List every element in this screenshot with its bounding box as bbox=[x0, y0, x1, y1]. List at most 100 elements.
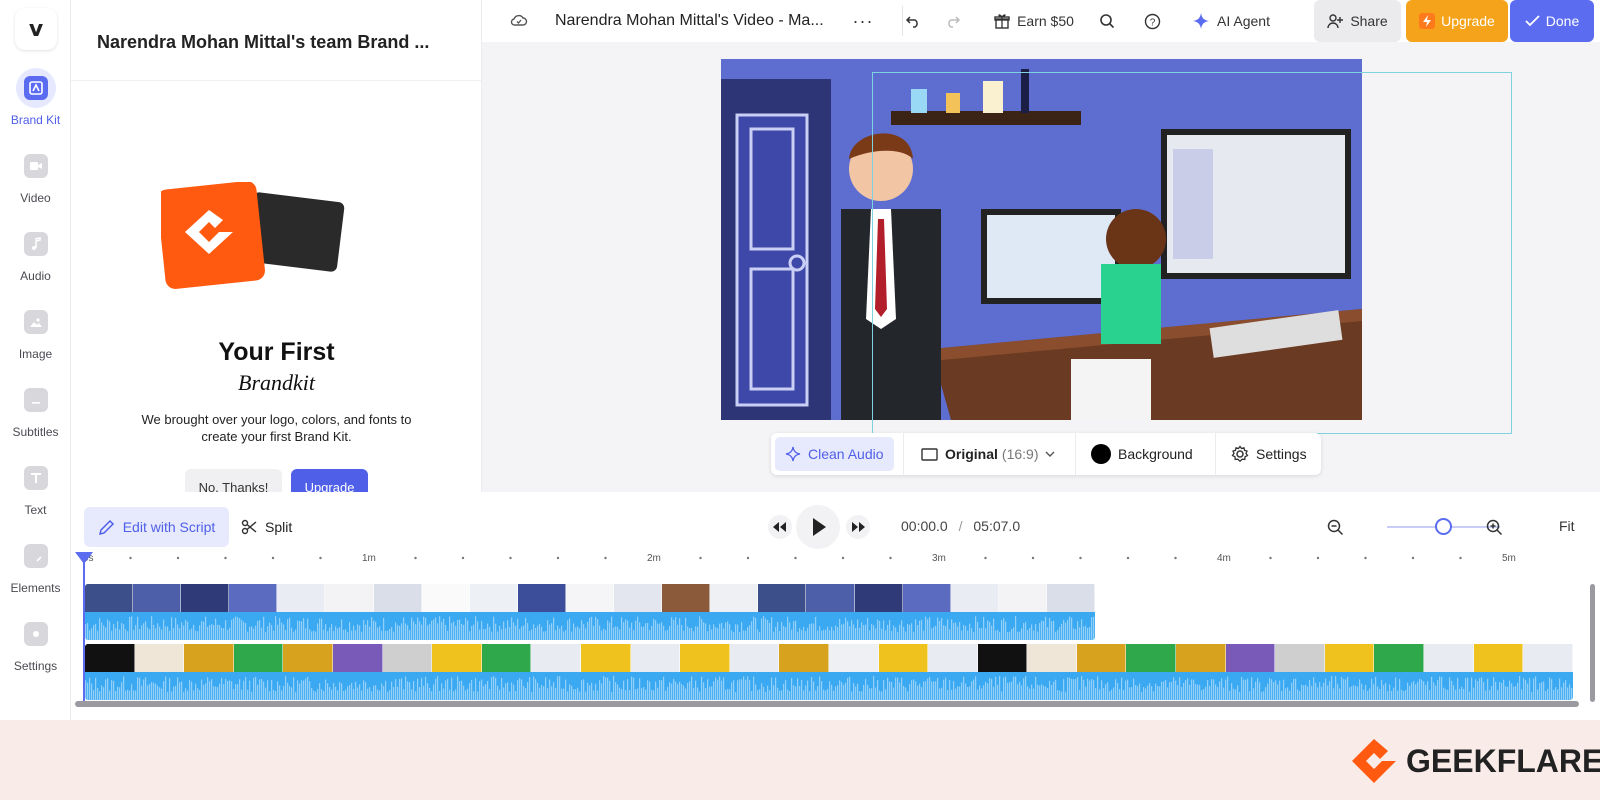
video-thumbnail bbox=[283, 644, 333, 672]
clean-audio-button[interactable]: Clean Audio bbox=[775, 437, 894, 471]
app-logo-letter: v bbox=[28, 16, 44, 42]
upgrade-label: Upgrade bbox=[1441, 13, 1495, 29]
zoom-out-icon bbox=[1327, 519, 1343, 535]
search-button[interactable] bbox=[1092, 6, 1122, 36]
ruler-tick bbox=[129, 556, 132, 560]
scissors-icon bbox=[241, 519, 257, 535]
video-thumbnail bbox=[517, 584, 566, 612]
undo-button[interactable] bbox=[898, 6, 928, 36]
canvas-settings-label: Settings bbox=[1256, 446, 1307, 462]
video-thumbnail bbox=[710, 584, 759, 612]
video-thumbnail bbox=[1523, 644, 1573, 672]
earn-button[interactable]: Earn $50 bbox=[990, 6, 1078, 36]
timeline-ruler[interactable]: 0s 1m 2m 3m 4m 5m bbox=[71, 552, 1600, 578]
document-title[interactable]: Narendra Mohan Mittal's Video - Ma... bbox=[555, 12, 824, 30]
search-icon bbox=[1100, 14, 1115, 29]
video-preview[interactable] bbox=[721, 59, 1362, 420]
aspect-ratio-dropdown[interactable]: Original (16:9) bbox=[911, 437, 1065, 471]
ruler-tick bbox=[1316, 556, 1320, 560]
rail-item-video[interactable]: Video bbox=[0, 146, 71, 216]
ruler-tick bbox=[699, 556, 702, 560]
brand-kit-heading: Your First bbox=[218, 338, 335, 366]
rail-item-brand-kit[interactable]: Brand Kit bbox=[0, 68, 71, 138]
split-button[interactable]: Split bbox=[241, 507, 292, 547]
zoom-out-button[interactable] bbox=[1321, 510, 1349, 544]
video-thumbnail bbox=[469, 584, 518, 612]
no-thanks-button[interactable]: No, Thanks! bbox=[185, 469, 282, 492]
upgrade-button[interactable]: Upgrade bbox=[1406, 0, 1508, 42]
video-thumbnail bbox=[133, 584, 182, 612]
share-button[interactable]: Share bbox=[1314, 0, 1401, 42]
edit-with-script-button[interactable]: Edit with Script bbox=[84, 507, 229, 547]
playhead-line[interactable] bbox=[83, 562, 85, 702]
toolbar-divider bbox=[1215, 433, 1216, 475]
ruler-tick bbox=[1126, 556, 1130, 560]
brand-kit-description: We brought over your logo, colors, and f… bbox=[141, 412, 412, 444]
rail-item-audio[interactable]: Audio bbox=[0, 224, 71, 294]
time-separator: / bbox=[958, 518, 963, 534]
done-button[interactable]: Done bbox=[1510, 0, 1594, 42]
video-thumbnail bbox=[580, 644, 631, 672]
rail-item-image[interactable]: Image bbox=[0, 302, 71, 372]
ruler-label: 4m bbox=[1217, 553, 1231, 564]
background-button[interactable]: Background bbox=[1081, 437, 1203, 471]
rail-item-subtitles[interactable]: Subtitles bbox=[0, 380, 71, 450]
ruler-tick bbox=[1031, 556, 1035, 560]
app-logo[interactable]: v bbox=[15, 8, 57, 50]
brand-kit-panel: Narendra Mohan Mittal's team Brand ... Y… bbox=[71, 0, 482, 492]
video-thumbnail bbox=[998, 584, 1047, 612]
play-button[interactable] bbox=[795, 504, 841, 550]
video-thumbnail bbox=[1076, 644, 1127, 672]
rail-item-elements[interactable]: Elements bbox=[0, 536, 71, 606]
canvas-settings-button[interactable]: Settings bbox=[1221, 437, 1317, 471]
rail-label-image: Image bbox=[18, 347, 53, 361]
cloud-save-icon[interactable] bbox=[510, 12, 528, 28]
video-thumbnail bbox=[229, 584, 278, 612]
zoom-slider-handle[interactable] bbox=[1435, 518, 1452, 535]
ruler-tick bbox=[224, 556, 227, 560]
canvas-toolbar: Clean Audio Original (16:9) Background S… bbox=[771, 433, 1321, 475]
ruler-tick bbox=[176, 556, 180, 560]
help-button[interactable]: ? bbox=[1137, 6, 1167, 36]
background-color-swatch bbox=[1091, 444, 1111, 464]
zoom-in-button[interactable] bbox=[1480, 510, 1508, 544]
help-icon: ? bbox=[1144, 13, 1160, 29]
video-thumbnail bbox=[85, 644, 135, 672]
more-options-button[interactable]: ··· bbox=[848, 6, 878, 36]
horizontal-scrollbar[interactable] bbox=[75, 701, 1579, 707]
video-thumbnail bbox=[854, 584, 903, 612]
rewind-button[interactable] bbox=[763, 510, 797, 544]
rail-label-subtitles: Subtitles bbox=[12, 425, 59, 439]
video-thumbnails bbox=[85, 584, 1095, 612]
ruler-tick bbox=[461, 556, 465, 560]
video-track-secondary[interactable] bbox=[85, 644, 1573, 700]
video-thumbnail bbox=[779, 644, 829, 672]
fit-button[interactable]: Fit bbox=[1559, 518, 1575, 534]
video-thumbnail bbox=[680, 644, 730, 672]
video-track-main[interactable] bbox=[85, 584, 1095, 640]
toolbar-divider bbox=[903, 433, 904, 475]
video-thumbnail bbox=[1176, 644, 1226, 672]
rail-item-text[interactable]: Text bbox=[0, 458, 71, 528]
brand-kit-subheading: Brandkit bbox=[238, 370, 315, 395]
video-thumbnail bbox=[382, 644, 433, 672]
zoom-in-icon bbox=[1486, 519, 1502, 535]
rail-label-settings: Settings bbox=[13, 659, 58, 673]
vertical-scrollbar[interactable] bbox=[1590, 584, 1595, 702]
ai-agent-button[interactable]: AI Agent bbox=[1188, 6, 1274, 36]
play-icon bbox=[796, 505, 840, 549]
panel-upgrade-button[interactable]: Upgrade bbox=[291, 469, 368, 492]
fast-forward-icon bbox=[846, 515, 870, 539]
video-thumbnail bbox=[432, 644, 482, 672]
chevron-down-icon bbox=[1045, 451, 1055, 457]
video-thumbnail bbox=[950, 584, 999, 612]
video-thumbnail bbox=[977, 644, 1028, 672]
fast-forward-button[interactable] bbox=[841, 510, 875, 544]
rail-item-settings[interactable]: Settings bbox=[0, 614, 71, 684]
video-thumbnail bbox=[134, 644, 185, 672]
video-thumbnails bbox=[85, 644, 1573, 672]
video-thumbnail bbox=[729, 644, 780, 672]
redo-button[interactable] bbox=[938, 6, 968, 36]
video-thumbnail bbox=[806, 584, 855, 612]
settings-icon bbox=[23, 622, 48, 646]
